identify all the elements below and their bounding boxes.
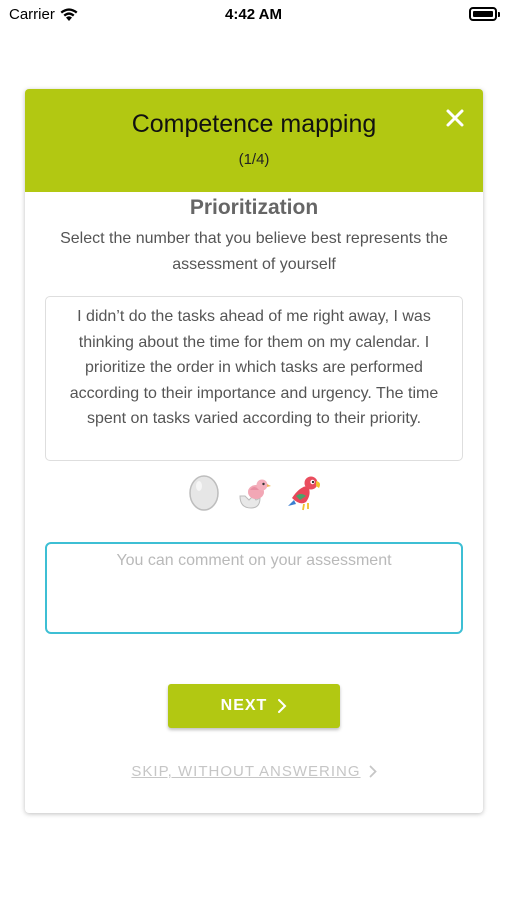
close-icon	[446, 109, 464, 127]
egg-icon	[189, 475, 219, 511]
close-button[interactable]	[441, 104, 469, 132]
battery-icon	[469, 7, 500, 21]
step-indicator: (1/4)	[238, 151, 270, 168]
parrot-icon	[288, 476, 320, 511]
section-subtitle: Select the number that you believe best …	[60, 230, 448, 273]
card-header: Competence mapping (1/4)	[25, 89, 483, 192]
next-button-label: NEXT	[220, 697, 268, 714]
rating-option-3[interactable]	[286, 472, 322, 512]
rating-option-1[interactable]	[186, 472, 222, 512]
skip-link[interactable]: SKIP, WITHOUT ANSWERING	[25, 763, 483, 780]
chevron-right-icon	[369, 765, 377, 778]
status-bar: Carrier 4:42 AM	[0, 0, 507, 30]
clock: 4:42 AM	[225, 6, 282, 23]
next-button[interactable]: NEXT	[168, 684, 340, 728]
skip-link-label: SKIP, WITHOUT ANSWERING	[131, 763, 361, 780]
comment-input[interactable]	[45, 542, 463, 634]
statement-text: I didn’t do the tasks ahead of me right …	[45, 296, 463, 461]
hatching-bird-icon	[239, 479, 271, 509]
rating-option-2[interactable]	[236, 472, 272, 512]
assessment-card: Competence mapping (1/4) Prioritization …	[25, 89, 483, 813]
section-title: Prioritization	[189, 196, 319, 219]
page-title: Competence mapping	[131, 110, 377, 138]
rating-options	[25, 472, 483, 512]
chevron-right-icon	[278, 699, 287, 713]
